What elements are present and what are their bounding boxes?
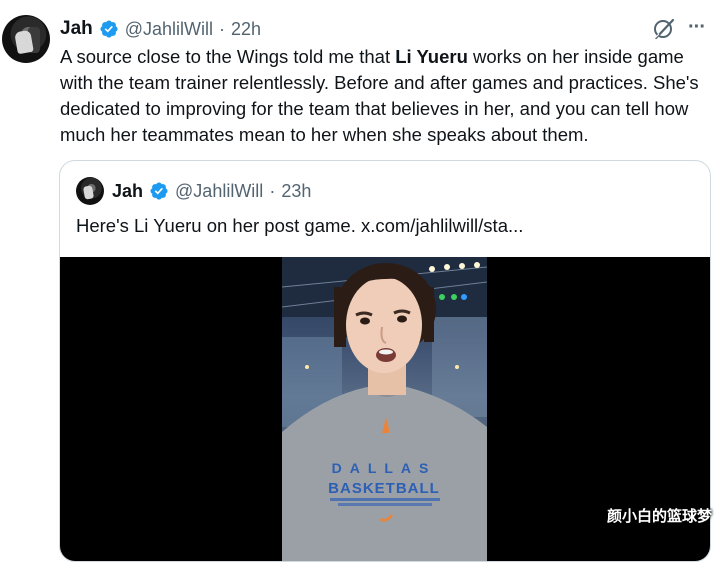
- separator-dot: ·: [219, 18, 226, 39]
- watermark: 颜小白的篮球梦: [606, 507, 712, 525]
- verified-badge-icon: [150, 182, 168, 200]
- shirt-text-line2: BASKETBALL: [328, 480, 440, 497]
- video-frame: DALLAS BASKETBALL: [282, 257, 487, 561]
- tweet-timestamp[interactable]: 22h: [231, 19, 261, 40]
- quoted-author-avatar: [76, 177, 104, 205]
- quoted-tweet-text: Here's Li Yueru on her post game. x.com/…: [76, 215, 524, 236]
- author-avatar[interactable]: [2, 15, 50, 63]
- shirt-text-line1: DALLAS: [332, 460, 437, 476]
- tweet-text-part: A source close to the Wings told me that: [60, 46, 396, 67]
- quoted-author-name: Jah: [112, 180, 144, 201]
- more-icon[interactable]: ···: [688, 14, 714, 40]
- quoted-timestamp: 23h: [281, 180, 312, 201]
- tweet-text: A source close to the Wings told me that…: [60, 44, 712, 148]
- tweet-text-highlight: Li Yueru: [395, 46, 468, 67]
- quoted-tweet[interactable]: Jah @JahlilWill · 23h Here's Li Yueru on…: [59, 160, 711, 562]
- verified-badge-icon: [100, 20, 118, 38]
- author-name[interactable]: Jah: [60, 18, 93, 40]
- video-still: DALLAS BASKETBALL: [282, 257, 487, 561]
- grok-icon[interactable]: [652, 17, 676, 41]
- quoted-author-handle: @JahlilWill: [175, 180, 264, 201]
- tweet-header: Jah @JahlilWill · 22h: [60, 16, 261, 42]
- quoted-tweet-header: Jah @JahlilWill · 23h: [112, 179, 311, 203]
- separator-dot: ·: [269, 180, 276, 201]
- author-handle[interactable]: @JahlilWill: [125, 19, 213, 40]
